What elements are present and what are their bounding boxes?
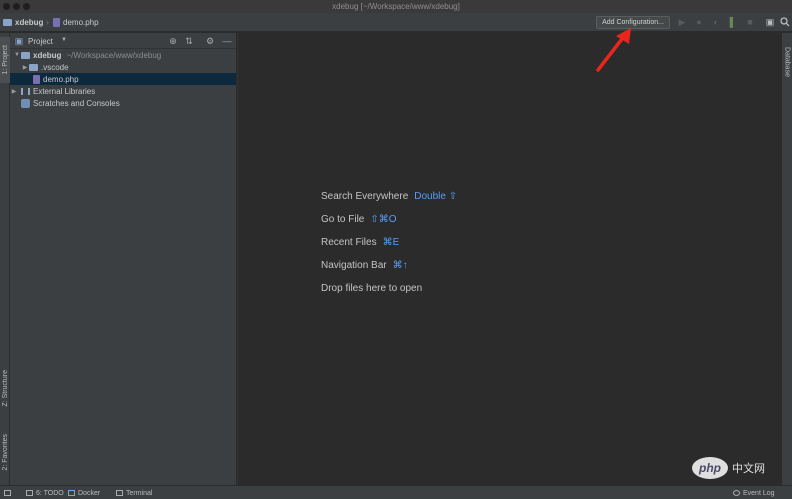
navigation-bar: xdebug › demo.php Add Configuration... ▶… bbox=[0, 13, 792, 32]
tab-project[interactable]: 1: Project bbox=[0, 37, 10, 83]
todo-icon bbox=[26, 490, 33, 496]
php-file-icon bbox=[33, 74, 40, 84]
project-view-icon: ▣ bbox=[14, 36, 24, 46]
library-icon bbox=[21, 87, 30, 95]
tab-structure[interactable]: Z: Structure bbox=[0, 363, 10, 413]
breadcrumb-file[interactable]: demo.php bbox=[53, 17, 99, 28]
tree-item-vscode[interactable]: ▶ .vscode bbox=[10, 61, 236, 73]
tab-favorites[interactable]: 2: Favorites bbox=[0, 427, 10, 477]
hint-recent-files: Recent Files ⌘E bbox=[321, 237, 400, 248]
project-structure-icon[interactable]: ▣ bbox=[765, 17, 775, 27]
tab-database[interactable]: Database bbox=[782, 39, 792, 85]
folder-icon bbox=[3, 19, 12, 26]
right-tool-strip: Database bbox=[781, 33, 792, 485]
tab-terminal[interactable]: Terminal bbox=[116, 488, 152, 498]
coverage-icon[interactable]: ◐ bbox=[711, 17, 721, 27]
svg-text:php: php bbox=[698, 461, 721, 475]
scratches-icon bbox=[21, 98, 30, 108]
terminal-icon bbox=[116, 490, 123, 496]
tree-item-scratches[interactable]: Scratches and Consoles bbox=[10, 97, 236, 109]
hint-search-everywhere: Search Everywhere Double ⇧ bbox=[321, 191, 458, 202]
hint-go-to-file: Go to File ⇧⌘O bbox=[321, 214, 397, 225]
chevron-down-icon: ▼ bbox=[14, 52, 20, 58]
tree-item-demo-php[interactable]: demo.php bbox=[10, 73, 236, 85]
debug-icon[interactable]: ● bbox=[694, 17, 704, 27]
svg-text:中文网: 中文网 bbox=[732, 461, 765, 475]
tab-docker[interactable]: Docker bbox=[68, 488, 100, 498]
locate-file-icon[interactable]: ⊕ bbox=[168, 36, 178, 46]
left-tool-strip: 1: Project Z: Structure 2: Favorites bbox=[0, 33, 10, 485]
tab-todo[interactable]: 6: TODO bbox=[26, 488, 64, 498]
hint-navigation-bar: Navigation Bar ⌘↑ bbox=[321, 260, 408, 271]
run-icon[interactable]: ▶ bbox=[677, 17, 687, 27]
php-watermark-logo: php 中文网 bbox=[692, 457, 765, 479]
chevron-down-icon[interactable]: ▼ bbox=[61, 37, 67, 43]
stop-icon[interactable]: ■ bbox=[745, 17, 755, 27]
gear-icon[interactable]: ⚙ bbox=[205, 36, 215, 46]
docker-icon bbox=[68, 490, 75, 496]
breadcrumb-separator-icon: › bbox=[46, 17, 49, 27]
breadcrumb-project[interactable]: xdebug bbox=[3, 17, 43, 28]
title-bar: xdebug [~/Workspace/www/xdebug] bbox=[0, 0, 792, 13]
chevron-right-icon: ▶ bbox=[22, 64, 28, 71]
php-file-icon bbox=[53, 18, 60, 27]
collapse-all-icon[interactable]: ⇅ bbox=[184, 36, 194, 46]
project-panel-title[interactable]: Project bbox=[28, 37, 53, 46]
listen-debug-icon[interactable]: ▌ bbox=[728, 17, 738, 27]
event-log-icon bbox=[733, 490, 740, 496]
tree-item-external-libraries[interactable]: ▶ External Libraries bbox=[10, 85, 236, 97]
hint-drop-files: Drop files here to open bbox=[321, 283, 423, 294]
tree-item-project-root[interactable]: ▼ xdebug ~/Workspace/www/xdebug bbox=[10, 49, 236, 61]
square-icon bbox=[4, 488, 14, 498]
hide-panel-icon[interactable]: — bbox=[222, 36, 232, 46]
project-panel: ▣ Project ▼ ⊕ ⇅ ⚙ — ▼ xdebug ~/Workspace… bbox=[10, 33, 236, 485]
project-panel-header: ▣ Project ▼ ⊕ ⇅ ⚙ — bbox=[10, 33, 236, 49]
bottom-tool-bar: 6: TODO Docker Terminal Event Log bbox=[0, 485, 792, 499]
folder-icon bbox=[21, 51, 30, 59]
window-title: xdebug [~/Workspace/www/xdebug] bbox=[332, 2, 460, 11]
editor-area[interactable]: Search Everywhere Double ⇧ Go to File ⇧⌘O … bbox=[237, 33, 781, 485]
annotation-arrow-icon bbox=[596, 28, 631, 72]
folder-icon bbox=[29, 63, 38, 71]
tab-event-log[interactable]: Event Log bbox=[733, 488, 775, 498]
search-icon[interactable] bbox=[780, 17, 790, 27]
chevron-right-icon: ▶ bbox=[11, 88, 17, 95]
